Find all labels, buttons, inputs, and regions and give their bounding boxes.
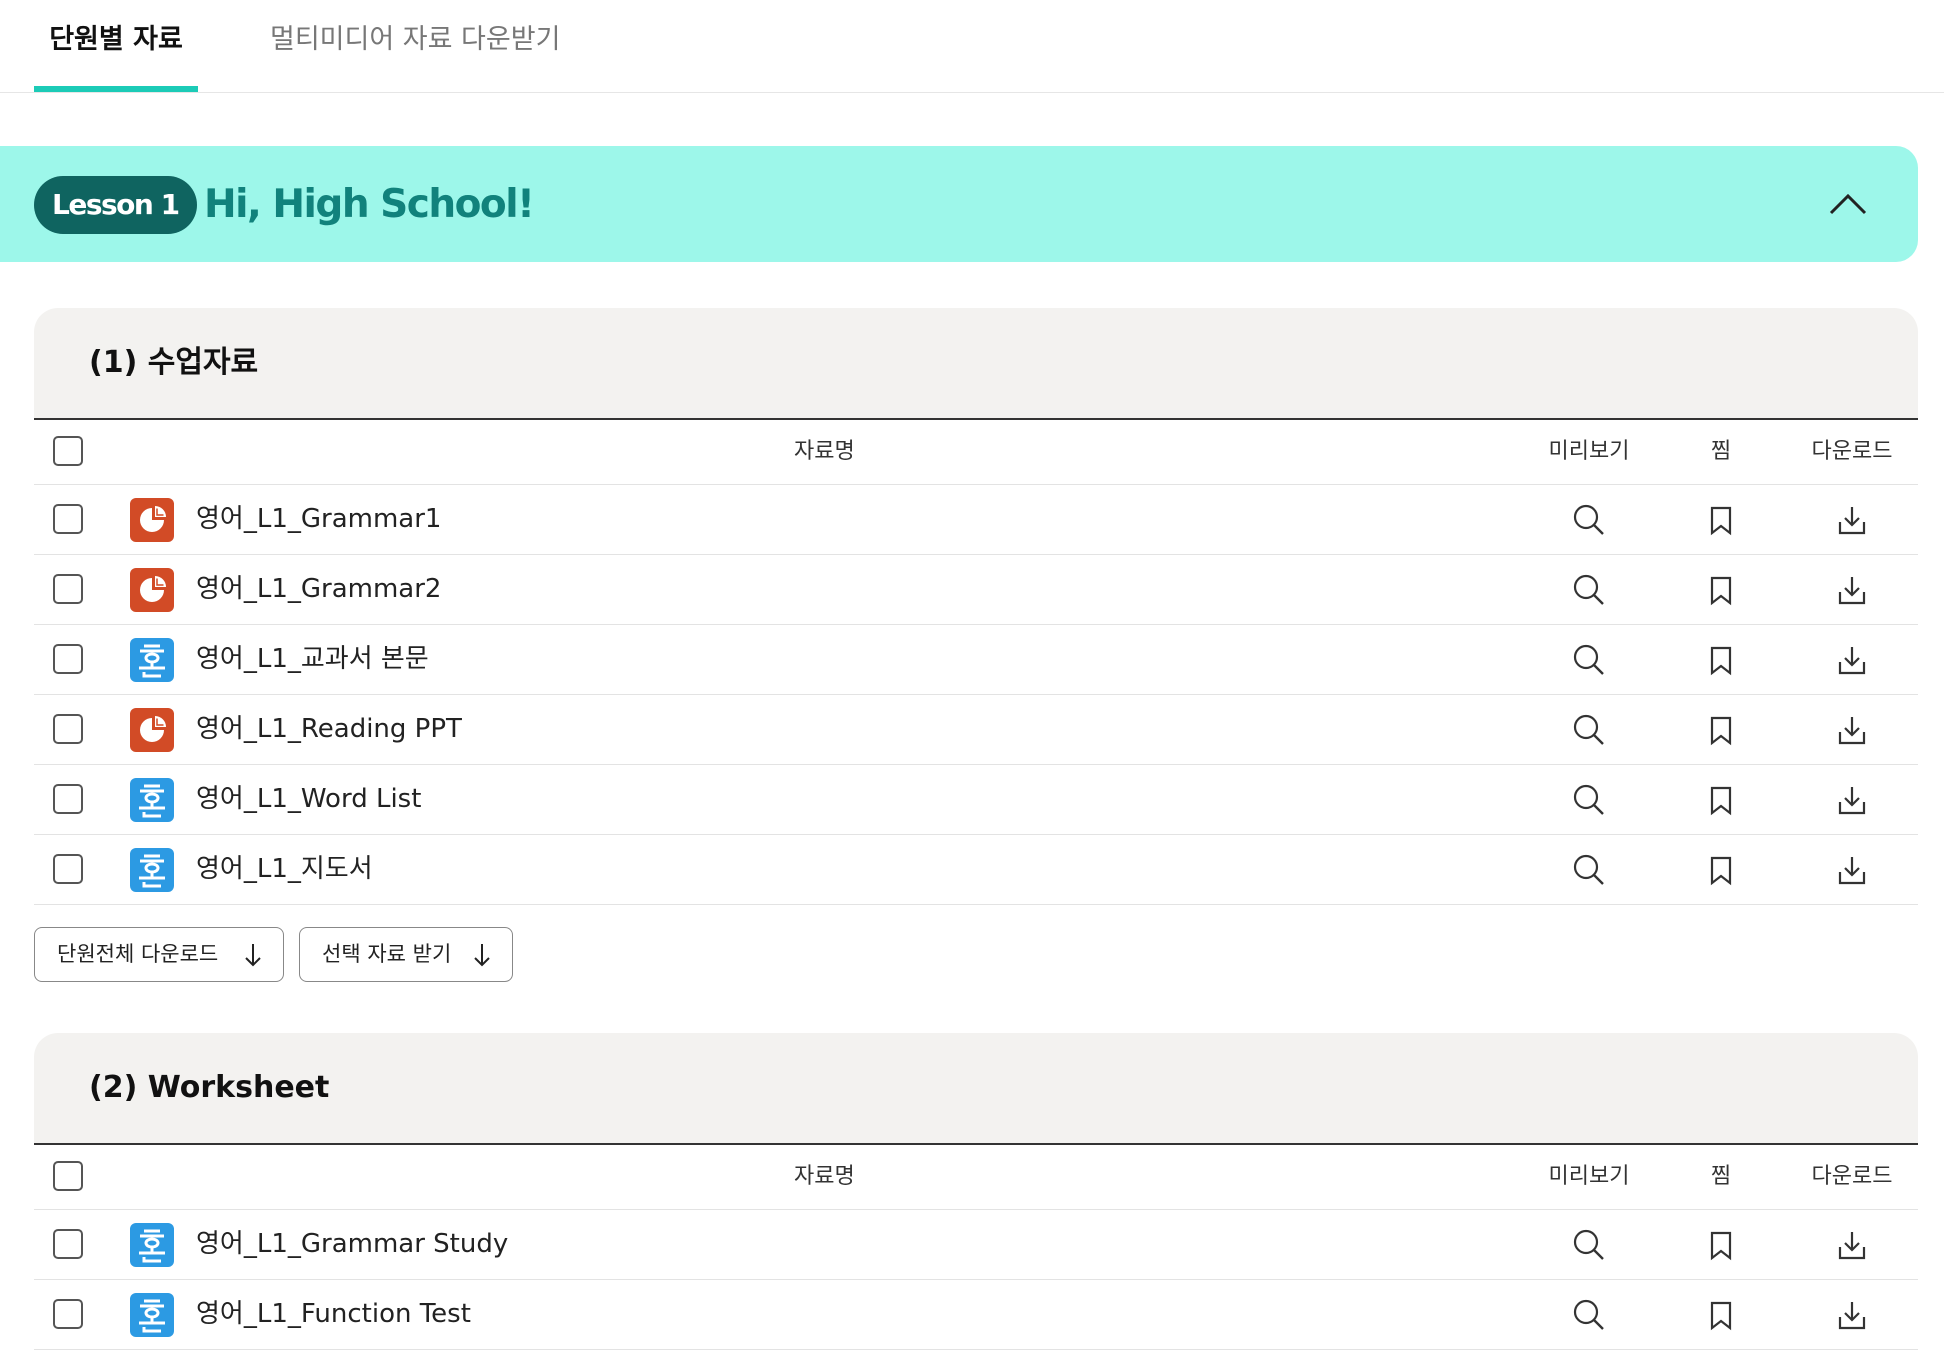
powerpoint-file-icon [130, 497, 174, 542]
tab-unit-materials[interactable]: 단원별 자료 [34, 0, 198, 92]
bookmark-icon[interactable] [1703, 502, 1739, 538]
hwp-file-icon [130, 1222, 174, 1267]
table-row: 영어_L1_Grammar Study [34, 1210, 1918, 1280]
row-checkbox[interactable] [53, 713, 83, 744]
section-actions: 단원전체 다운로드 선택 자료 받기 [34, 905, 1918, 1013]
download-selected-button[interactable]: 선택 자료 받기 [299, 927, 513, 982]
table-row: 영어_L1_Reading PPT [34, 695, 1918, 765]
row-checkbox[interactable] [53, 573, 83, 604]
bookmark-icon[interactable] [1703, 1297, 1739, 1333]
section-title: (1) 수업자료 [89, 345, 259, 380]
row-checkbox[interactable] [53, 643, 83, 674]
select-all-checkbox[interactable] [53, 436, 83, 466]
bookmark-icon[interactable] [1703, 712, 1739, 748]
download-icon[interactable] [1834, 642, 1870, 678]
bookmark-icon[interactable] [1703, 572, 1739, 608]
column-name: 자료명 [794, 1164, 855, 1189]
preview-search-icon[interactable] [1571, 782, 1607, 818]
tab-bar: 단원별 자료 멀티미디어 자료 다운받기 [0, 0, 1944, 93]
table-row: 영어_L1_Grammar2 [34, 555, 1918, 625]
bookmark-icon[interactable] [1703, 852, 1739, 888]
hwp-file-icon [130, 777, 174, 822]
download-icon[interactable] [1834, 712, 1870, 748]
arrow-down-icon [474, 944, 490, 967]
download-all-button[interactable]: 단원전체 다운로드 [34, 927, 284, 982]
file-name[interactable]: 영어_L1_Function Test [196, 1280, 471, 1349]
powerpoint-file-icon [130, 707, 174, 752]
select-all-checkbox[interactable] [53, 1161, 83, 1191]
download-icon[interactable] [1834, 1297, 1870, 1333]
row-checkbox[interactable] [53, 1298, 83, 1329]
column-download: 다운로드 [1811, 1164, 1893, 1189]
column-favorite: 찜 [1710, 439, 1732, 464]
table-row: 영어_L1_지도서 [34, 835, 1918, 905]
table-header: 자료명 미리보기 찜 다운로드 [34, 1145, 1918, 1210]
preview-search-icon[interactable] [1571, 1297, 1607, 1333]
preview-search-icon[interactable] [1571, 642, 1607, 678]
table-row: 영어_L1_Word List [34, 765, 1918, 835]
table-header: 자료명 미리보기 찜 다운로드 [34, 420, 1918, 485]
row-checkbox[interactable] [53, 853, 83, 884]
preview-search-icon[interactable] [1571, 502, 1607, 538]
section-header: (1) 수업자료 [34, 308, 1918, 420]
lesson-badge: Lesson 1 [34, 176, 197, 234]
bookmark-icon[interactable] [1703, 642, 1739, 678]
file-list: 영어_L1_Grammar Study 영어_L1_Function Test [34, 1210, 1918, 1350]
file-list: 영어_L1_Grammar1 영어_L1_Grammar2 영어_L1_교과서 본문… [34, 485, 1918, 905]
file-name[interactable]: 영어_L1_Word List [196, 765, 421, 834]
column-download: 다운로드 [1811, 439, 1893, 464]
row-checkbox[interactable] [53, 783, 83, 814]
column-favorite: 찜 [1710, 1164, 1732, 1189]
file-name[interactable]: 영어_L1_교과서 본문 [196, 625, 429, 694]
download-icon[interactable] [1834, 502, 1870, 538]
file-name[interactable]: 영어_L1_Grammar1 [196, 485, 441, 554]
bookmark-icon[interactable] [1703, 782, 1739, 818]
tab-multimedia-download[interactable]: 멀티미디어 자료 다운받기 [270, 0, 560, 92]
column-name: 자료명 [794, 439, 855, 464]
lesson-title: Hi, High School! [204, 182, 535, 227]
chevron-up-icon[interactable] [1826, 184, 1870, 224]
hwp-file-icon [130, 1292, 174, 1337]
file-name[interactable]: 영어_L1_Reading PPT [196, 695, 462, 764]
download-icon[interactable] [1834, 852, 1870, 888]
hwp-file-icon [130, 847, 174, 892]
column-preview: 미리보기 [1548, 1164, 1630, 1189]
section-class-materials: (1) 수업자료 자료명 미리보기 찜 다운로드 영어_L1_Grammar1 영… [34, 308, 1918, 1013]
file-name[interactable]: 영어_L1_지도서 [196, 835, 373, 904]
arrow-down-icon [245, 944, 261, 967]
column-preview: 미리보기 [1548, 439, 1630, 464]
section-title: (2) Worksheet [89, 1070, 330, 1105]
file-name[interactable]: 영어_L1_Grammar2 [196, 555, 441, 624]
table-row: 영어_L1_교과서 본문 [34, 625, 1918, 695]
section-header: (2) Worksheet [34, 1033, 1918, 1145]
table-row: 영어_L1_Grammar1 [34, 485, 1918, 555]
table-row: 영어_L1_Function Test [34, 1280, 1918, 1350]
download-icon[interactable] [1834, 1227, 1870, 1263]
file-name[interactable]: 영어_L1_Grammar Study [196, 1210, 508, 1279]
download-icon[interactable] [1834, 782, 1870, 818]
download-icon[interactable] [1834, 572, 1870, 608]
lesson-header[interactable]: Lesson 1 Hi, High School! [0, 146, 1918, 262]
download-all-label: 단원전체 다운로드 [57, 942, 219, 966]
row-checkbox[interactable] [53, 503, 83, 534]
download-selected-label: 선택 자료 받기 [322, 942, 452, 966]
preview-search-icon[interactable] [1571, 1227, 1607, 1263]
bookmark-icon[interactable] [1703, 1227, 1739, 1263]
row-checkbox[interactable] [53, 1228, 83, 1259]
section-worksheet: (2) Worksheet 자료명 미리보기 찜 다운로드 영어_L1_Gram… [34, 1033, 1918, 1350]
powerpoint-file-icon [130, 567, 174, 612]
preview-search-icon[interactable] [1571, 572, 1607, 608]
hwp-file-icon [130, 637, 174, 682]
preview-search-icon[interactable] [1571, 712, 1607, 748]
preview-search-icon[interactable] [1571, 852, 1607, 888]
